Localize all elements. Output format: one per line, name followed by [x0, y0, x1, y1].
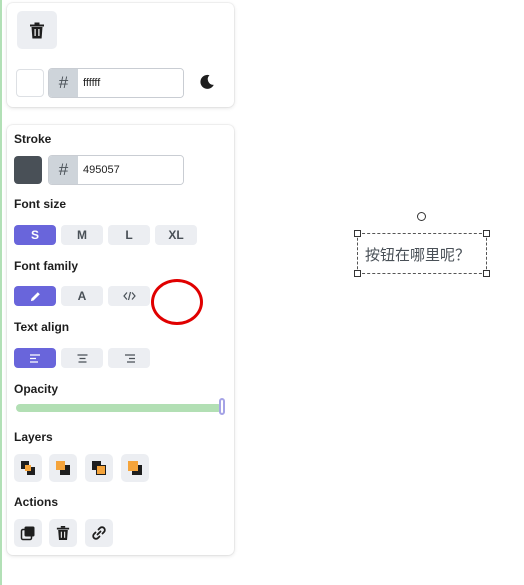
- font-size-large-button[interactable]: L: [108, 225, 150, 245]
- align-right-icon: [124, 353, 135, 363]
- align-center-button[interactable]: [61, 348, 103, 368]
- font-family-handdrawn-button[interactable]: [14, 286, 56, 306]
- send-backward-icon: [56, 461, 70, 475]
- stroke-label: Stroke: [14, 132, 52, 146]
- annotation-circle: [151, 279, 203, 325]
- resize-handle-nw[interactable]: [354, 230, 361, 237]
- background-panel: #: [7, 3, 234, 107]
- opacity-slider-track[interactable]: [16, 404, 222, 412]
- font-family-normal-button[interactable]: A: [61, 286, 103, 306]
- canvas-left-edge: [0, 0, 2, 585]
- resize-handle-ne[interactable]: [483, 230, 490, 237]
- bring-to-front-icon: [128, 461, 142, 475]
- bring-forward-icon: [92, 461, 106, 475]
- hex-hash-label: #: [49, 156, 78, 184]
- resize-handle-sw[interactable]: [354, 270, 361, 277]
- trash-icon: [56, 526, 70, 540]
- properties-panel: Stroke # Font size S M L XL Font family …: [7, 125, 234, 555]
- font-size-small-button[interactable]: S: [14, 225, 56, 245]
- delete-button[interactable]: [17, 11, 57, 49]
- pencil-icon: [30, 291, 40, 301]
- align-left-icon: [29, 353, 40, 363]
- font-size-xl-button[interactable]: XL: [155, 225, 197, 245]
- font-size-label: Font size: [14, 197, 67, 211]
- send-to-back-icon: [21, 461, 35, 475]
- font-family-code-button[interactable]: [108, 286, 150, 306]
- align-right-button[interactable]: [108, 348, 150, 368]
- align-center-icon: [77, 353, 87, 363]
- align-left-button[interactable]: [14, 348, 56, 368]
- bring-forward-button[interactable]: [85, 454, 113, 482]
- background-hex-field: #: [48, 68, 184, 98]
- delete-action-button[interactable]: [49, 519, 77, 547]
- duplicate-icon: [20, 526, 35, 541]
- link-icon: [92, 526, 106, 540]
- opacity-label: Opacity: [14, 382, 59, 396]
- stroke-color-swatch[interactable]: [14, 156, 42, 184]
- layers-label: Layers: [14, 430, 53, 444]
- font-size-medium-button[interactable]: M: [61, 225, 103, 245]
- rotation-handle[interactable]: [417, 212, 426, 221]
- moon-icon[interactable]: [199, 74, 215, 90]
- background-hex-input[interactable]: [78, 69, 183, 97]
- stroke-hex-field: #: [48, 155, 184, 185]
- background-color-swatch[interactable]: [16, 69, 44, 97]
- link-button[interactable]: [85, 519, 113, 547]
- send-backward-button[interactable]: [49, 454, 77, 482]
- hex-hash-label: #: [49, 69, 78, 97]
- actions-label: Actions: [14, 495, 59, 509]
- bring-to-front-button[interactable]: [121, 454, 149, 482]
- send-to-back-button[interactable]: [14, 454, 42, 482]
- stroke-hex-input[interactable]: [78, 156, 183, 184]
- canvas-text-element[interactable]: 按钮在哪里呢？: [365, 244, 470, 265]
- code-icon: [122, 291, 136, 301]
- duplicate-button[interactable]: [14, 519, 42, 547]
- resize-handle-se[interactable]: [483, 270, 490, 277]
- opacity-slider-thumb[interactable]: [219, 398, 225, 415]
- font-family-label: Font family: [14, 259, 79, 273]
- trash-icon: [30, 22, 44, 38]
- text-align-label: Text align: [14, 320, 70, 334]
